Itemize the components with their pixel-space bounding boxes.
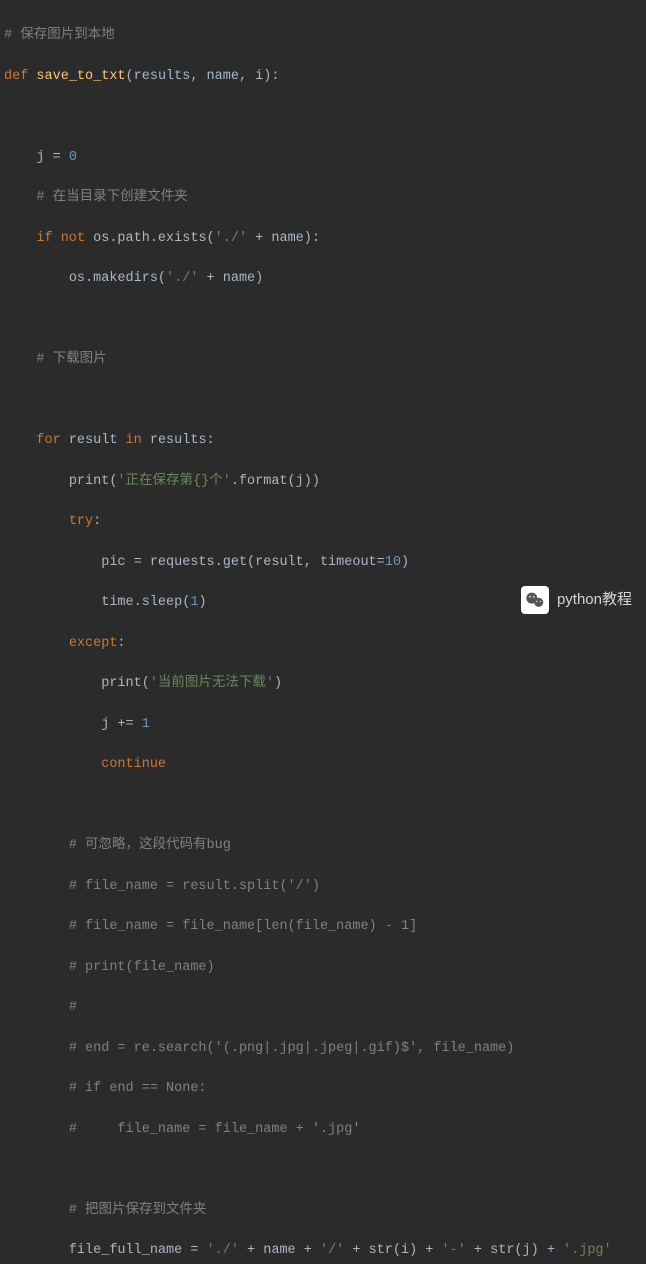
code-line: # file_name = file_name + '.jpg' [4, 1120, 642, 1140]
code-line: for result in results: [4, 431, 642, 451]
code-line: # if end == None: [4, 1079, 642, 1099]
code-line [4, 310, 642, 330]
code-line: j = 0 [4, 148, 642, 168]
code-line: # 下载图片 [4, 350, 642, 370]
watermark: python教程 [521, 586, 632, 614]
code-line: file_full_name = './' + name + '/' + str… [4, 1241, 642, 1261]
code-line: def save_to_txt(results, name, i): [4, 67, 642, 87]
code-line: os.makedirs('./' + name) [4, 269, 642, 289]
code-line [4, 107, 642, 127]
code-line: # file_name = file_name[len(file_name) -… [4, 917, 642, 937]
code-line: except: [4, 634, 642, 654]
code-line: j += 1 [4, 715, 642, 735]
code-line: continue [4, 755, 642, 775]
code-line [4, 796, 642, 816]
code-line: # 可忽略，这段代码有bug [4, 836, 642, 856]
code-line [4, 1160, 642, 1180]
code-line: if not os.path.exists('./' + name): [4, 229, 642, 249]
code-line: # 保存图片到本地 [4, 26, 642, 46]
code-line [4, 391, 642, 411]
code-line: # print(file_name) [4, 958, 642, 978]
code-line: # end = re.search('(.png|.jpg|.jpeg|.gif… [4, 1039, 642, 1059]
code-line: try: [4, 512, 642, 532]
watermark-text: python教程 [557, 589, 632, 612]
code-line: # file_name = result.split('/') [4, 877, 642, 897]
code-line: print('当前图片无法下载') [4, 674, 642, 694]
code-line: # 把图片保存到文件夹 [4, 1201, 642, 1221]
wechat-icon [521, 586, 549, 614]
code-line: # 在当目录下创建文件夹 [4, 188, 642, 208]
code-line: # [4, 998, 642, 1018]
code-line: print('正在保存第{}个'.format(j)) [4, 472, 642, 492]
code-editor: # 保存图片到本地 def save_to_txt(results, name,… [0, 0, 646, 1264]
code-line: pic = requests.get(result, timeout=10) [4, 553, 642, 573]
